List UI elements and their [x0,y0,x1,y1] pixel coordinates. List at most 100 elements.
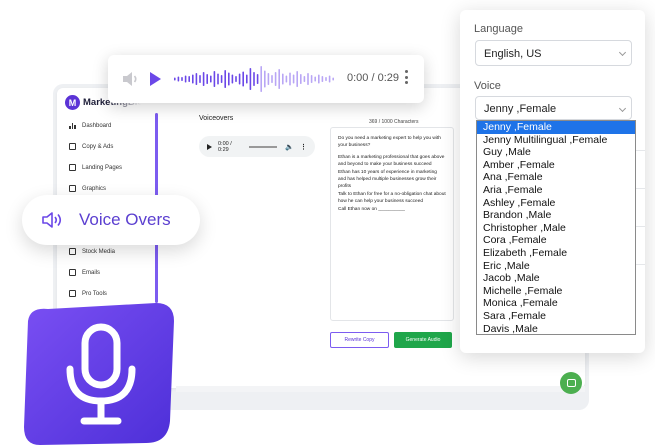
sidebar-item-copy-ads[interactable]: Copy & Ads [69,143,113,150]
waveform-bar [246,74,248,84]
voice-option[interactable]: Guy ,Male [477,146,635,159]
voice-option[interactable]: Cora ,Female [477,234,635,247]
speaker-wave-icon [42,212,62,228]
voice-overs-label: Voice Overs [79,210,171,229]
voice-option[interactable]: Sara ,Female [477,310,635,323]
waveform-bar [210,75,212,83]
waveform-bar [318,74,320,84]
sidebar-item-landing-pages[interactable]: Landing Pages [69,164,122,171]
mini-audio-player[interactable]: 0:00 / 0:29 🔈 ⋮ [199,136,315,157]
character-count: 369 / 1000 Characters [369,119,419,125]
waveform-bar [264,70,266,88]
language-label: Language [474,23,523,35]
sidebar-item-label: Landing Pages [82,164,123,171]
sidebar-item-stock-media[interactable]: Stock Media [69,248,115,255]
sidebar-item-dashboard[interactable]: Dashboard [69,122,111,129]
sidebar-item-graphics[interactable]: Graphics [69,185,106,192]
waveform-bar [314,76,316,82]
sidebar-item-label: Stock Media [82,248,116,255]
sidebar-item-pro-tools[interactable]: Pro Tools [69,290,107,297]
waveform-bar [220,75,223,83]
voice-option[interactable]: Brandon ,Male [477,209,635,222]
voice-option[interactable]: Ana ,Female [477,171,635,184]
tools-icon [69,290,76,297]
voice-option[interactable]: Jacob ,Male [477,272,635,285]
logo-mark: M [65,95,80,110]
progress-track[interactable] [249,145,278,148]
voice-value: Jenny ,Female [484,103,557,115]
voice-option[interactable]: Monica ,Female [477,297,635,310]
waveform-bar [310,75,313,83]
waveform-bar [213,71,216,87]
waveform-bar [181,77,183,81]
waveform-bar [242,71,244,87]
play-icon[interactable] [207,143,212,150]
voice-option[interactable]: Eric ,Male [477,260,635,273]
waveform-bar [177,76,180,82]
waveform-bar [260,66,262,92]
waveform-bar [296,71,298,87]
waveform-bar [325,77,327,81]
waveform-bar [174,77,176,81]
waveform-bar [188,76,190,82]
script-paragraph: Do you need a marketing expert to help y… [338,136,441,149]
waveform-bar [206,74,208,84]
waveform-bar [328,75,331,83]
volume-icon[interactable]: 🔈 [285,143,294,151]
waveform-bar [285,75,288,83]
media-icon [69,248,76,255]
waveform-bar [235,76,237,82]
waveform-bar [267,73,270,85]
sidebar-item-label: Dashboard [82,122,112,129]
app-footer-strip [176,386,585,392]
copy-icon [69,143,76,150]
voice-overs-pill[interactable]: Voice Overs [22,195,200,245]
voice-option[interactable]: Aria ,Female [477,184,635,197]
image-icon [69,185,76,192]
waveform-bar [238,73,241,85]
sidebar-item-label: Copy & Ads [82,143,114,150]
voice-option[interactable]: Christopher ,Male [477,222,635,235]
voiceovers-heading: Voiceovers [199,115,234,122]
player-time: 0:00 / 0:29 [347,72,399,84]
chevron-down-icon [618,104,627,113]
waveform-bar [292,74,295,84]
rewrite-copy-button[interactable]: Rewrite Copy [330,332,389,348]
voice-option[interactable]: Elizabeth ,Female [477,247,635,260]
voice-option[interactable]: Davis ,Male [477,323,635,336]
more-icon[interactable]: ⋮ [300,143,307,151]
voice-dropdown-list[interactable]: Jenny ,Female Jenny Multilingual ,Female G… [476,120,636,335]
voice-option[interactable]: Jenny ,Female [477,121,635,134]
chevron-down-icon [618,48,627,57]
play-icon[interactable] [150,72,161,86]
audio-player[interactable]: 0:00 / 0:29 [108,55,424,103]
waveform-bar [184,75,187,83]
generate-audio-button[interactable]: Generate Audio [394,332,452,348]
more-options-icon[interactable] [405,70,409,87]
sidebar-item-emails[interactable]: Emails [69,269,100,276]
waveform-bar [289,72,291,86]
chat-icon [566,379,576,387]
voice-option[interactable]: Michelle ,Female [477,285,635,298]
waveform-bar [274,72,277,86]
waveform-bar [256,74,259,84]
sidebar-item-label: Pro Tools [82,290,107,297]
sidebar-item-label: Graphics [82,185,107,192]
waveform-bar [282,73,284,85]
waveform-bar [224,70,226,88]
waveform-bar [199,75,201,83]
voice-select[interactable]: Jenny ,Female [475,96,632,120]
bar-chart-icon [69,122,76,129]
script-paragraph: Ethan is a marketing professional that g… [338,154,445,168]
voice-option[interactable]: Amber ,Female [477,159,635,172]
chat-widget-button[interactable] [560,372,582,394]
voice-option[interactable]: Jenny Multilingual ,Female [477,134,635,147]
sidebar-item-label: Emails [82,269,101,276]
waveform-bar [278,69,280,89]
language-select[interactable]: English, US [475,40,632,66]
voice-option[interactable]: Ashley ,Female [477,197,635,210]
script-textarea[interactable]: Do you need a marketing expert to help y… [330,127,454,321]
speaker-icon[interactable] [122,71,140,87]
language-value: English, US [484,48,542,60]
waveform[interactable] [174,64,442,94]
